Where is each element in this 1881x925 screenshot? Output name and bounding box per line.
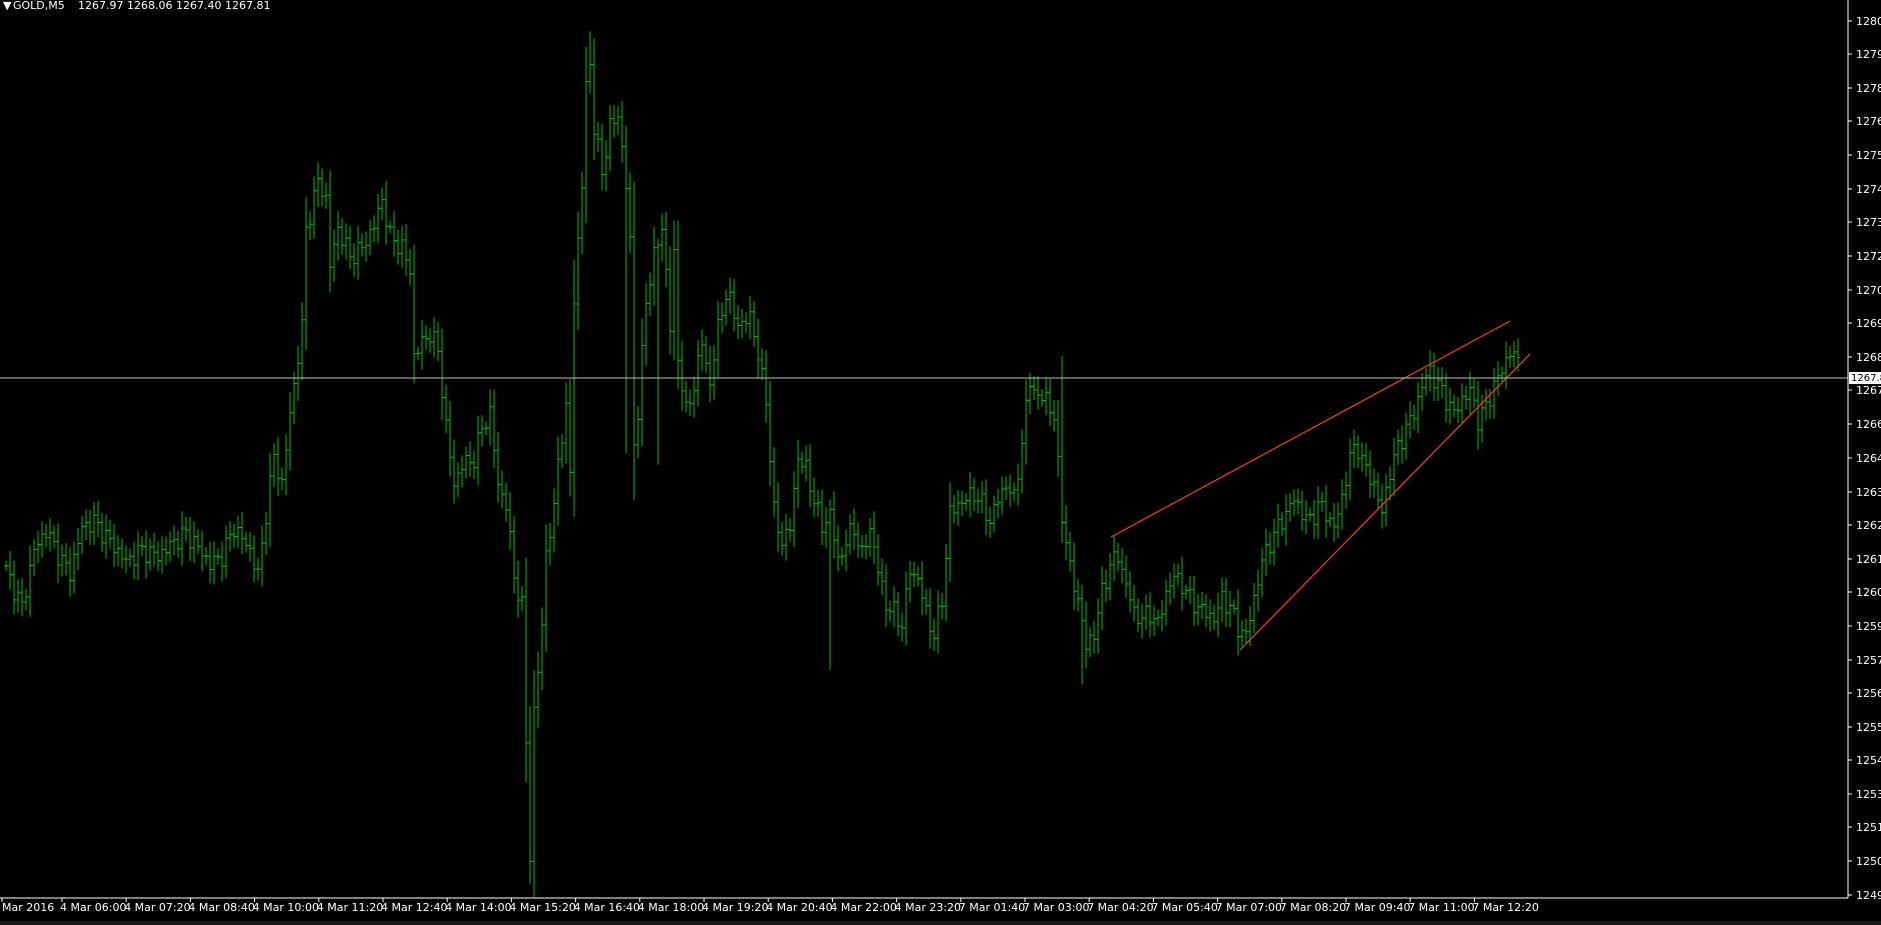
x-tick-label: 4 Mar 10:00 [253,901,319,914]
x-tick-label: 4 Mar 11:20 [317,901,383,914]
x-tick-label: 4 Mar 22:00 [830,901,896,914]
price-chart[interactable]: 1267.8 1249. 1250. 1251. 1253. 1254. 1255. 125… [0,0,1881,925]
x-tick-label: 4 Mar 16:40 [574,901,640,914]
chart-background [0,0,1881,925]
x-tick-label: 4 Mar 19:20 [702,901,768,914]
y-tick-label: 1257. [1856,654,1881,667]
y-tick-label: 1273. [1856,216,1881,229]
x-tick-label: 4 Mar 23:20 [895,901,961,914]
x-tick-label: 4 Mar 14:00 [445,901,511,914]
x-tick-label: 4 Mar 06:00 [60,901,126,914]
x-tick-label: 4 Mar 08:40 [188,901,254,914]
y-tick-label: 1255. [1856,721,1881,734]
x-tick-label: 7 Mar 09:40 [1344,901,1410,914]
y-tick-label: 1278. [1856,82,1881,95]
x-tick-label: 7 Mar 04:20 [1087,901,1153,914]
y-tick-label: 1279. [1856,48,1881,61]
collapse-triangle-icon[interactable]: ▼ [3,0,12,12]
x-tick-label: Mar 2016 [2,901,54,914]
y-tick-label: 1249. [1856,889,1881,902]
x-tick-label: 7 Mar 12:20 [1472,901,1538,914]
bid-price-label: 1267.8 [1851,373,1881,384]
y-tick-label: 1250. [1856,855,1881,868]
y-tick-label: 1263. [1856,486,1881,499]
y-tick-label: 1260. [1856,586,1881,599]
y-tick-label: 1261. [1856,553,1881,566]
x-tick-label: 7 Mar 05:40 [1151,901,1217,914]
x-tick-label: 4 Mar 12:40 [381,901,447,914]
y-tick-label: 1262. [1856,519,1881,532]
x-tick-label: 4 Mar 15:20 [509,901,575,914]
y-tick-label: 1268. [1856,351,1881,364]
y-tick-label: 1269. [1856,317,1881,330]
x-tick-label: 7 Mar 08:20 [1280,901,1346,914]
x-tick-label: 4 Mar 20:40 [766,901,832,914]
y-tick-label: 1266. [1856,418,1881,431]
x-tick-label: 7 Mar 03:00 [1023,901,1089,914]
y-tick-label: 1280. [1856,15,1881,28]
y-tick-label: 1272. [1856,250,1881,263]
x-tick-label: 4 Mar 07:20 [124,901,190,914]
x-tick-label: 7 Mar 01:40 [959,901,1025,914]
chart-header: ▼ GOLD,M5 1267.97 1268.06 1267.40 1267.8… [3,0,270,12]
y-tick-label: 1270. [1856,284,1881,297]
ohlc-readout: 1267.97 1268.06 1267.40 1267.81 [78,0,270,12]
x-tick-label: 7 Mar 07:00 [1216,901,1282,914]
y-tick-label: 1275. [1856,149,1881,162]
y-tick-label: 1253. [1856,788,1881,801]
y-tick-label: 1267. [1856,384,1881,397]
x-tick-label: 7 Mar 11:00 [1408,901,1474,914]
y-tick-label: 1276. [1856,115,1881,128]
y-tick-label: 1256. [1856,687,1881,700]
y-tick-label: 1274. [1856,183,1881,196]
x-tick-label: 4 Mar 18:00 [638,901,704,914]
tab-strip[interactable] [0,921,1881,925]
y-tick-label: 1259. [1856,620,1881,633]
symbol-timeframe: GOLD,M5 [13,0,65,12]
y-tick-label: 1264. [1856,452,1881,465]
y-tick-label: 1254. [1856,754,1881,767]
y-tick-label: 1251. [1856,821,1881,834]
